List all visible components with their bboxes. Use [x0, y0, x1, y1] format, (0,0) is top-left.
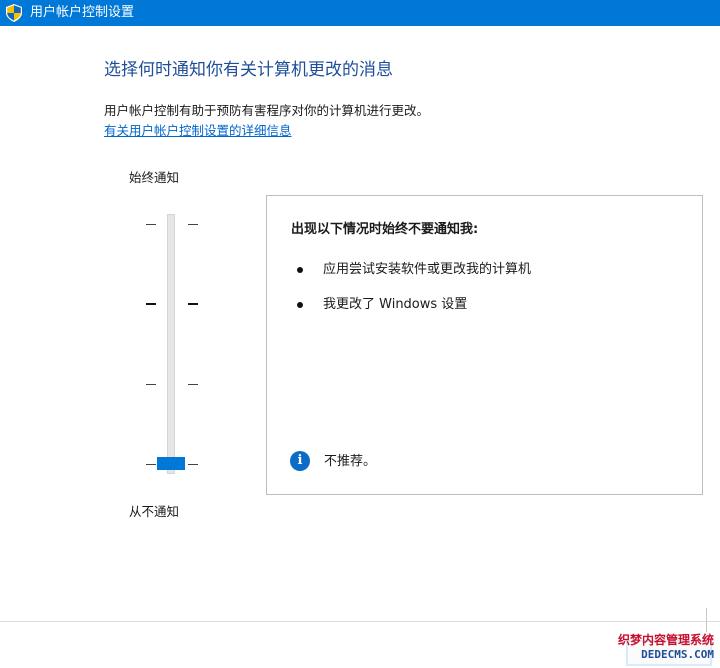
panel-title: 出现以下情况时始终不要通知我:	[291, 222, 479, 237]
slider-thumb[interactable]	[157, 457, 185, 470]
slider-tick-left-level-4	[146, 224, 156, 225]
slider-tick-left-level-3	[146, 303, 156, 305]
slider-tick-right-level-1	[188, 464, 198, 465]
watermark-line-2: DEDECMS.COM	[641, 648, 714, 661]
slider-tick-left-level-2	[146, 384, 156, 385]
slider-tick-right-level-3	[188, 303, 198, 305]
bullet-dot	[297, 267, 303, 273]
slider-tick-left-level-1	[146, 464, 156, 465]
description-panel: 出现以下情况时始终不要通知我: 应用尝试安装软件或更改我的计算机 我更改了 Wi…	[266, 195, 703, 495]
bullet-dot	[297, 302, 303, 308]
uac-shield-icon	[6, 4, 22, 22]
watermark-line-1: 织梦内容管理系统	[617, 633, 714, 647]
page-heading: 选择何时通知你有关计算机更改的消息	[104, 60, 393, 80]
title-bar: 用户帐户控制设置	[0, 0, 720, 26]
window-title: 用户帐户控制设置	[30, 5, 135, 20]
panel-list-item: 应用尝试安装软件或更改我的计算机	[323, 262, 532, 277]
info-icon: i	[290, 451, 310, 471]
details-link[interactable]: 有关用户帐户控制设置的详细信息	[104, 122, 292, 140]
watermark: 织梦内容管理系统 DEDECMS.COM	[608, 632, 720, 666]
description-text: 用户帐户控制有助于预防有害程序对你的计算机进行更改。	[104, 103, 430, 118]
slider-bottom-label: 从不通知	[129, 504, 180, 519]
slider-tick-right-level-2	[188, 384, 198, 385]
slider-tick-right-level-4	[188, 224, 198, 225]
info-text: 不推荐。	[324, 454, 377, 469]
panel-list-item: 我更改了 Windows 设置	[323, 297, 468, 312]
notification-level-slider[interactable]	[140, 214, 206, 476]
slider-track[interactable]	[167, 214, 175, 474]
slider-top-label: 始终通知	[129, 170, 180, 185]
